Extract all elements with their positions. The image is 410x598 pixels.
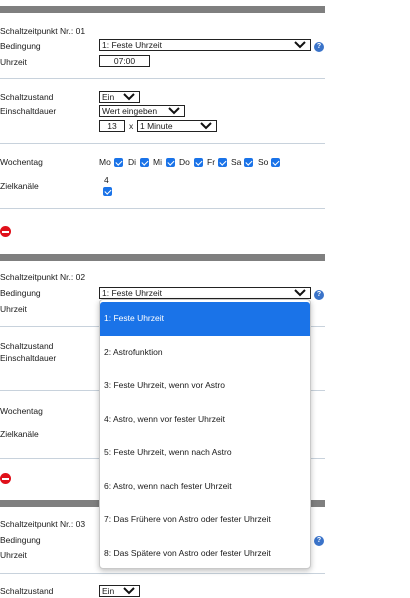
chevron-down-icon <box>123 93 135 101</box>
block1-channels-label: Zielkanäle <box>0 181 39 191</box>
divider <box>0 573 325 574</box>
block1-state-select[interactable]: Ein <box>99 91 140 103</box>
day-label-mo: Mo <box>99 157 111 167</box>
chevron-down-icon <box>200 122 212 130</box>
block1-state-label: Schaltzustand <box>0 92 54 102</box>
dropdown-option-3[interactable]: 3: Feste Uhrzeit, wenn vor Astro <box>100 369 310 403</box>
block1-duration-value-input[interactable]: 13 <box>99 120 125 132</box>
block1-duration-mode-value: Wert eingeben <box>102 106 158 116</box>
dropdown-option-2[interactable]: 2: Astrofunktion <box>100 336 310 370</box>
block1-duration-unit-value: 1 Minute <box>140 121 173 131</box>
block2-condition-select[interactable]: 1: Feste Uhrzeit <box>99 287 311 299</box>
block1-time-input[interactable]: 07:00 <box>99 55 150 67</box>
divider <box>0 78 325 79</box>
block1-state-value: Ein <box>102 92 115 102</box>
block1-duration-label: Einschaltdauer <box>0 106 57 116</box>
channel-checkbox-4[interactable] <box>103 187 112 196</box>
chevron-down-icon <box>168 107 180 115</box>
block3-state-select[interactable]: Ein <box>99 585 140 597</box>
day-label-do: Do <box>179 157 190 167</box>
block2-channels-label: Zielkanäle <box>0 429 39 439</box>
dropdown-option-4[interactable]: 4: Astro, wenn vor fester Uhrzeit <box>100 403 310 437</box>
day-label-sa: Sa <box>231 157 242 167</box>
block2-state-label: Schaltzustand <box>0 341 54 351</box>
channel-number: 4 <box>104 175 109 185</box>
dropdown-option-1[interactable]: 1: Feste Uhrzeit <box>100 302 310 336</box>
block3-time-label: Uhrzeit <box>0 550 27 560</box>
block1-heading: Schaltzeitpunkt Nr.: 01 <box>0 26 86 36</box>
block2-condition-value: 1: Feste Uhrzeit <box>102 288 162 298</box>
condition-dropdown-list: 1: Feste Uhrzeit 2: Astrofunktion 3: Fes… <box>99 299 311 569</box>
block1-weekday-label: Wochentag <box>0 157 43 167</box>
help-icon[interactable]: ? <box>314 290 324 300</box>
day-label-fr: Fr <box>207 157 216 167</box>
block2-time-label: Uhrzeit <box>0 304 27 314</box>
chevron-down-icon <box>294 289 306 297</box>
day-checkbox-mo[interactable] <box>114 158 123 167</box>
divider <box>0 208 325 209</box>
day-label-di: Di <box>128 157 137 167</box>
block1-duration-unit-select[interactable]: 1 Minute <box>137 120 217 132</box>
day-label-so: So <box>258 157 269 167</box>
dropdown-option-6[interactable]: 6: Astro, wenn nach fester Uhrzeit <box>100 470 310 504</box>
day-checkbox-di[interactable] <box>140 158 149 167</box>
block2-weekday-label: Wochentag <box>0 406 43 416</box>
chevron-down-icon <box>294 41 306 49</box>
dropdown-option-7[interactable]: 7: Das Frühere von Astro oder fester Uhr… <box>100 503 310 537</box>
chevron-down-icon <box>123 587 135 595</box>
block2-condition-label: Bedingung <box>0 288 41 298</box>
help-icon[interactable]: ? <box>314 42 324 52</box>
day-label-mi: Mi <box>153 157 162 167</box>
day-checkbox-fr[interactable] <box>218 158 227 167</box>
section-separator-bar <box>0 6 325 13</box>
block1-condition-value: 1: Feste Uhrzeit <box>102 40 162 50</box>
block3-heading: Schaltzeitpunkt Nr.: 03 <box>0 519 86 529</box>
block3-state-value: Ein <box>102 586 115 596</box>
block1-duration-mode-select[interactable]: Wert eingeben <box>99 105 185 117</box>
delete-icon[interactable] <box>0 226 11 237</box>
block1-condition-select[interactable]: 1: Feste Uhrzeit <box>99 39 311 51</box>
day-checkbox-sa[interactable] <box>244 158 253 167</box>
block3-condition-label: Bedingung <box>0 535 41 545</box>
block2-heading: Schaltzeitpunkt Nr.: 02 <box>0 272 86 282</box>
block1-duration-times: x <box>129 121 134 131</box>
day-checkbox-mi[interactable] <box>166 158 175 167</box>
block1-time-label: Uhrzeit <box>0 57 27 67</box>
day-checkbox-do[interactable] <box>194 158 203 167</box>
dropdown-option-5[interactable]: 5: Feste Uhrzeit, wenn nach Astro <box>100 436 310 470</box>
block1-condition-label: Bedingung <box>0 41 41 51</box>
delete-icon[interactable] <box>0 473 11 484</box>
divider <box>0 143 325 144</box>
day-checkbox-so[interactable] <box>271 158 280 167</box>
section-separator-bar <box>0 254 325 261</box>
dropdown-option-8[interactable]: 8: Das Spätere von Astro oder fester Uhr… <box>100 537 310 569</box>
block2-duration-label: Einschaltdauer <box>0 353 57 363</box>
block3-state-label: Schaltzustand <box>0 586 54 596</box>
help-icon[interactable]: ? <box>314 536 324 546</box>
